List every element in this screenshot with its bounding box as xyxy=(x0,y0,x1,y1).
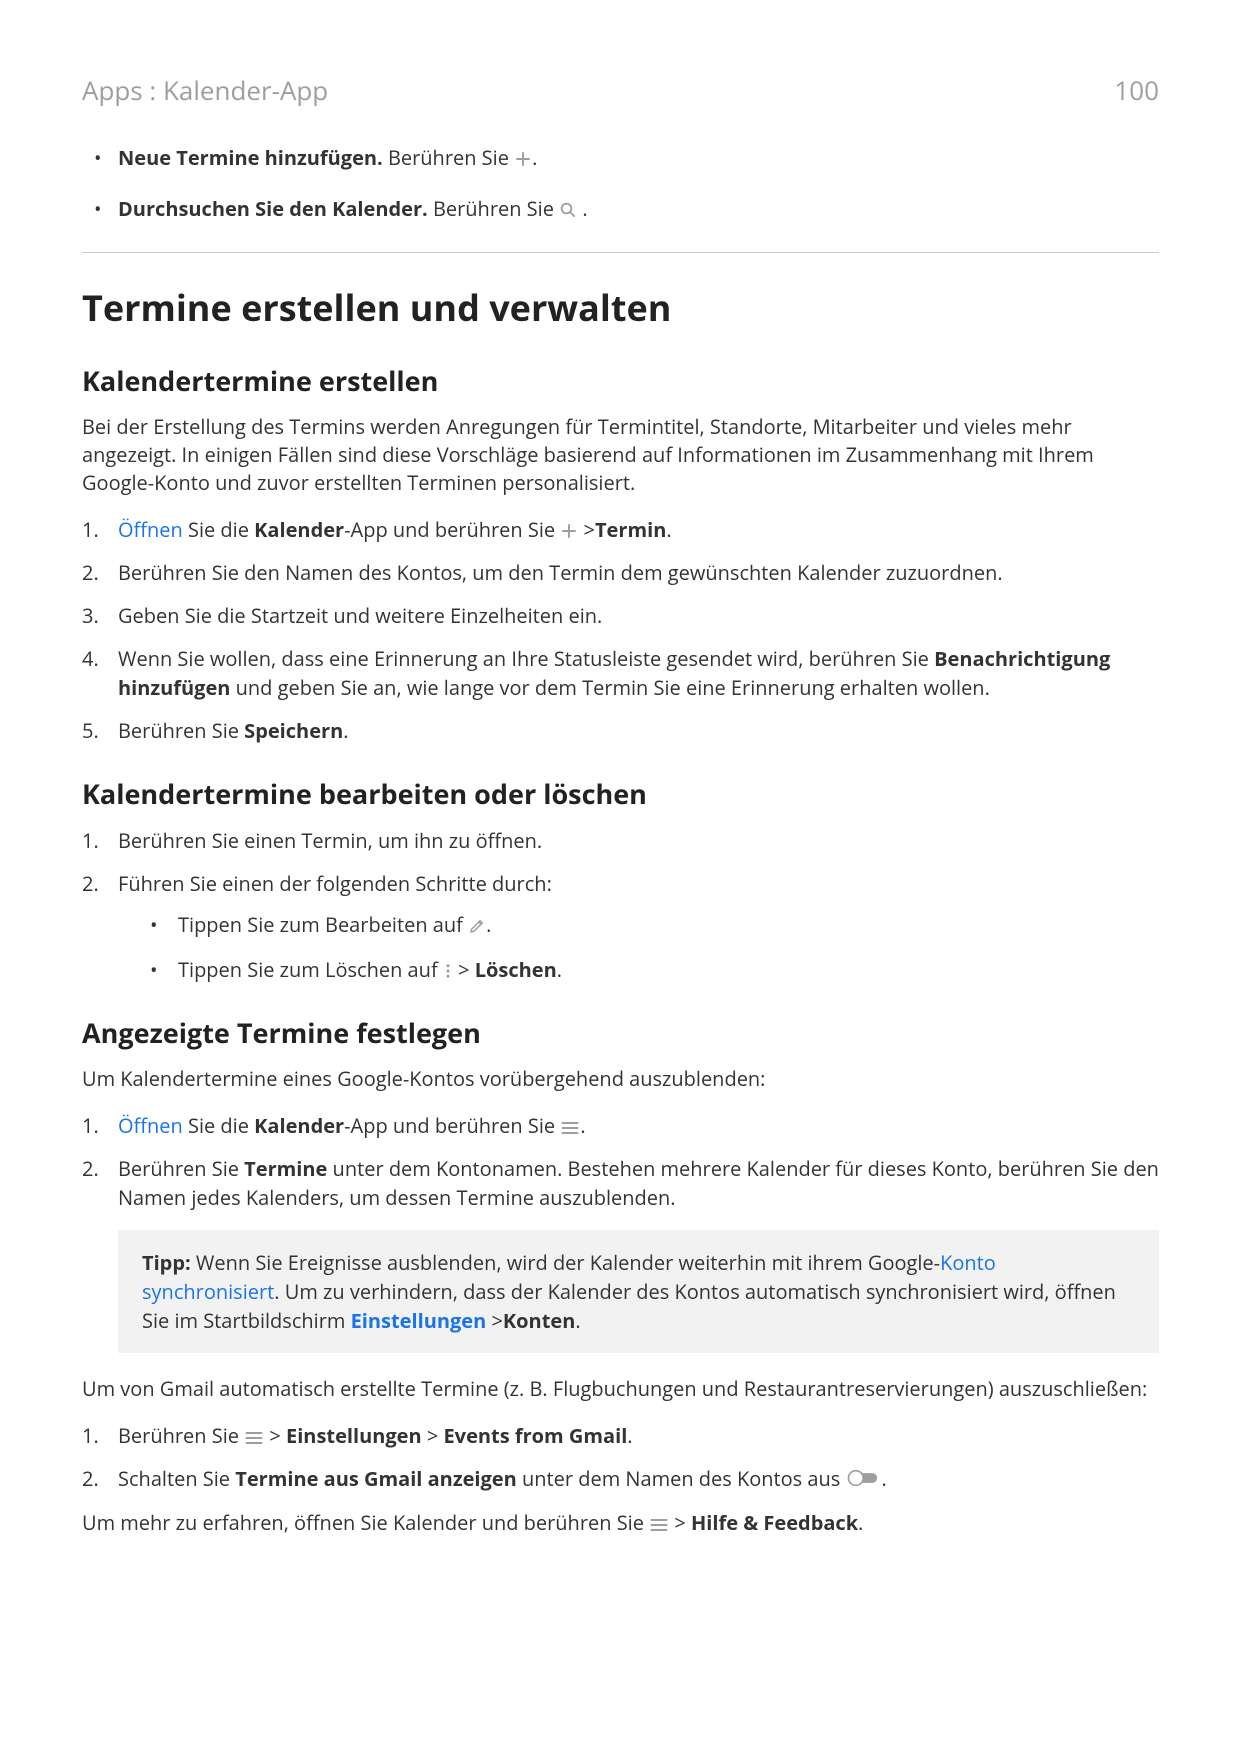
step-open-settings-gmail: Berühren Sie > Einstellungen > Events fr… xyxy=(82,1421,1159,1450)
step-touch-events: Berühren Sie Termine unter dem Kontoname… xyxy=(82,1154,1159,1212)
tip-label: Tipp: xyxy=(142,1249,191,1276)
events-from-gmail-label: Events from Gmail xyxy=(443,1422,627,1449)
steps-edit-delete: Berühren Sie einen Termin, um ihn zu öff… xyxy=(82,826,1159,984)
settings-label: Einstellungen xyxy=(286,1422,422,1449)
t: Berühren Sie xyxy=(118,1422,244,1449)
bullet-tail: . xyxy=(532,144,537,171)
step-open-calendar: Öffnen Sie die Kalender-App und berühren… xyxy=(82,515,1159,544)
step-toggle-off-gmail: Schalten Sie Termine aus Gmail anzeigen … xyxy=(82,1464,1159,1495)
substeps: Tippen Sie zum Bearbeiten auf . Tippen S… xyxy=(142,910,1159,984)
hamburger-icon xyxy=(244,1430,264,1446)
page-header: Apps : Kalender-App 100 xyxy=(82,72,1159,108)
t: . Um zu verhindern, dass der Kalender de… xyxy=(142,1278,1116,1334)
hamburger-icon xyxy=(560,1120,580,1136)
gt: > xyxy=(578,516,595,543)
show-gmail-events-label: Termine aus Gmail anzeigen xyxy=(235,1465,517,1492)
t: Um mehr zu erfahren, öffnen Sie Kalender… xyxy=(82,1509,649,1536)
step-open-menu: Öffnen Sie die Kalender-App und berühren… xyxy=(82,1111,1159,1140)
tail: . xyxy=(666,516,671,543)
menu-item: Termin xyxy=(595,516,666,543)
bullet-label: Neue Termine hinzufügen. xyxy=(118,144,383,171)
gt: > xyxy=(264,1422,286,1449)
save-label: Speichern xyxy=(244,717,343,744)
help-feedback-label: Hilfe & Feedback xyxy=(691,1509,858,1536)
t: Sie die xyxy=(183,516,254,543)
breadcrumb: Apps : Kalender-App xyxy=(82,72,328,108)
t: -App und berühren Sie xyxy=(344,516,560,543)
section-divider xyxy=(82,252,1159,253)
substep-edit: Tippen Sie zum Bearbeiten auf . xyxy=(142,910,1159,939)
section-title-create: Kalendertermine erstellen xyxy=(82,362,1159,399)
para-exclude-gmail: Um von Gmail automatisch erstellte Termi… xyxy=(82,1375,1159,1403)
bullet-text: Berühren Sie xyxy=(428,195,559,222)
toggle-off-icon xyxy=(846,1466,882,1495)
t: Berühren Sie xyxy=(118,1155,244,1182)
step-save: Berühren Sie Speichern. xyxy=(82,716,1159,745)
bullet-label: Durchsuchen Sie den Kalender. xyxy=(118,195,428,222)
tail: . xyxy=(627,1422,632,1449)
section-title-edit-delete: Kalendertermine bearbeiten oder löschen xyxy=(82,775,1159,812)
plus-icon xyxy=(560,522,578,540)
t: und geben Sie an, wie lange vor dem Term… xyxy=(230,674,989,701)
step-open-event: Berühren Sie einen Termin, um ihn zu öff… xyxy=(82,826,1159,855)
step-choose-account: Berühren Sie den Namen des Kontos, um de… xyxy=(82,558,1159,587)
step-add-notification: Wenn Sie wollen, dass eine Erinnerung an… xyxy=(82,644,1159,702)
step-choose-action: Führen Sie einen der folgenden Schritte … xyxy=(82,869,1159,984)
bullet-tail: . xyxy=(577,195,587,222)
top-bullet-list: Neue Termine hinzufügen. Berühren Sie . … xyxy=(88,144,1159,222)
open-link[interactable]: Öffnen xyxy=(118,1112,183,1139)
t: Sie die xyxy=(183,1112,254,1139)
tail: . xyxy=(575,1307,580,1334)
t: Wenn Sie wollen, dass eine Erinnerung an… xyxy=(118,645,934,672)
tail: . xyxy=(486,911,491,938)
gt: > xyxy=(453,956,475,983)
tail: . xyxy=(858,1509,863,1536)
t: Tippen Sie zum Bearbeiten auf xyxy=(178,911,468,938)
steps-create: Öffnen Sie die Kalender-App und berühren… xyxy=(82,515,1159,745)
t: -App und berühren Sie xyxy=(344,1112,560,1139)
t: Tippen Sie zum Löschen auf xyxy=(178,956,443,983)
page: Apps : Kalender-App 100 Neue Termine hin… xyxy=(0,0,1241,1754)
section-intro-create: Bei der Erstellung des Termins werden An… xyxy=(82,413,1159,497)
gt: > xyxy=(486,1307,503,1334)
app-name: Kalender xyxy=(254,516,344,543)
section-title-control-visibility: Angezeigte Termine festlegen xyxy=(82,1014,1159,1051)
tail: . xyxy=(580,1112,585,1139)
events-label: Termine xyxy=(244,1155,327,1182)
page-title: Termine erstellen und verwalten xyxy=(82,283,1159,332)
accounts-label: Konten xyxy=(503,1307,575,1334)
gt: > xyxy=(669,1509,691,1536)
tail: . xyxy=(882,1465,887,1492)
tip-box: Tipp: Wenn Sie Ereignisse ausblenden, wi… xyxy=(118,1230,1159,1353)
gt: > xyxy=(422,1422,444,1449)
plus-icon xyxy=(514,150,532,168)
tail: . xyxy=(557,956,562,983)
hamburger-icon xyxy=(649,1517,669,1533)
tail: . xyxy=(343,717,348,744)
substep-delete: Tippen Sie zum Löschen auf > Löschen. xyxy=(142,955,1159,984)
bullet-text: Berühren Sie xyxy=(383,144,514,171)
pencil-icon xyxy=(468,917,486,935)
page-number: 100 xyxy=(1114,72,1159,108)
t: Schalten Sie xyxy=(118,1465,235,1492)
t: unter dem Namen des Kontos aus xyxy=(517,1465,846,1492)
more-vert-icon xyxy=(443,962,453,980)
bullet-add-events: Neue Termine hinzufügen. Berühren Sie . xyxy=(88,144,1159,171)
steps-exclude-gmail: Berühren Sie > Einstellungen > Events fr… xyxy=(82,1421,1159,1495)
delete-label: Löschen xyxy=(475,956,557,983)
app-name: Kalender xyxy=(254,1112,344,1139)
t: Wenn Sie Ereignisse ausblenden, wird der… xyxy=(191,1249,940,1276)
search-icon xyxy=(559,201,577,219)
para-learn-more: Um mehr zu erfahren, öffnen Sie Kalender… xyxy=(82,1509,1159,1537)
t: Berühren Sie xyxy=(118,717,244,744)
open-link[interactable]: Öffnen xyxy=(118,516,183,543)
para-hide-intro: Um Kalendertermine eines Google-Kontos v… xyxy=(82,1065,1159,1093)
t: Führen Sie einen der folgenden Schritte … xyxy=(118,870,552,897)
steps-hide: Öffnen Sie die Kalender-App und berühren… xyxy=(82,1111,1159,1212)
bullet-search-calendar: Durchsuchen Sie den Kalender. Berühren S… xyxy=(88,195,1159,222)
step-enter-details: Geben Sie die Startzeit und weitere Einz… xyxy=(82,601,1159,630)
settings-link[interactable]: Einstellungen xyxy=(351,1307,487,1334)
